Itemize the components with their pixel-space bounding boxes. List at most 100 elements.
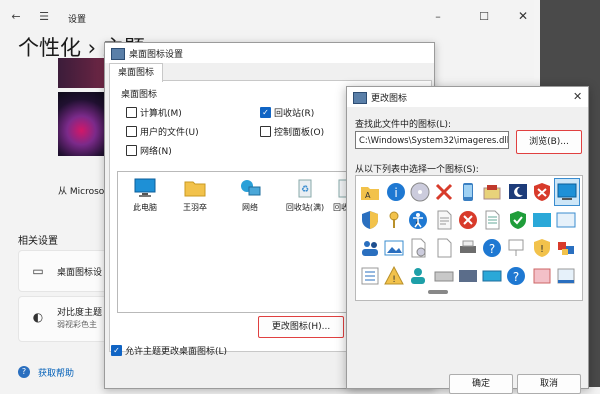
dialog-title: 桌面图标设置 bbox=[129, 50, 184, 60]
picture-icon[interactable] bbox=[384, 238, 404, 258]
svg-text:!: ! bbox=[540, 244, 544, 255]
minimize-icon[interactable]: – bbox=[428, 0, 448, 34]
selected-icon-cell[interactable] bbox=[554, 178, 580, 206]
cancel-button[interactable]: 取消 bbox=[517, 374, 581, 394]
checkbox-user-files-label: 用户的文件(U) bbox=[140, 128, 199, 138]
hamburger-menu-icon[interactable]: ☰ bbox=[36, 0, 52, 34]
svg-text:!: ! bbox=[392, 275, 396, 285]
list-view-icon[interactable] bbox=[360, 266, 380, 286]
info-icon[interactable]: i bbox=[386, 182, 406, 202]
drive-icon[interactable] bbox=[434, 266, 454, 286]
shield-uac-icon[interactable] bbox=[360, 210, 380, 230]
printer-icon[interactable] bbox=[458, 238, 478, 258]
monitor-icon bbox=[134, 178, 156, 198]
shield-check-icon[interactable] bbox=[508, 210, 528, 230]
tab-desktop-icons[interactable]: 桌面图标 bbox=[109, 63, 163, 82]
help-icon: ? bbox=[18, 366, 30, 378]
browse-button[interactable]: 浏览(B)... bbox=[516, 130, 582, 154]
list-item-user-folder[interactable]: 王羽卒 bbox=[168, 178, 222, 213]
shield-warning-icon[interactable]: ! bbox=[532, 238, 552, 258]
checkbox-network[interactable] bbox=[126, 145, 137, 156]
settings-titlebar: ← ☰ 设置 – ☐ bbox=[0, 0, 534, 34]
list-item-label: 网络 bbox=[242, 203, 258, 212]
get-help-link[interactable]: 获取帮助 bbox=[38, 366, 74, 379]
settings-window-title: 设置 bbox=[68, 15, 87, 25]
users-icon[interactable] bbox=[360, 238, 380, 258]
find-icons-label: 查找此文件中的图标(L): bbox=[355, 120, 452, 130]
dialog-caption: 更改图标 ✕ bbox=[347, 87, 588, 107]
checkbox-control-panel-label: 控制面板(O) bbox=[274, 128, 325, 138]
contrast-themes-subtext: 弱视彩色主 bbox=[57, 320, 97, 329]
font-folder-icon[interactable]: A bbox=[360, 182, 380, 202]
list-item-recycle-bin-full[interactable]: ♻ 回收站(满) bbox=[278, 178, 332, 213]
settings-close-icon[interactable]: ✕ bbox=[512, 4, 534, 28]
folder-icon bbox=[184, 178, 206, 198]
text-document-icon[interactable] bbox=[482, 210, 502, 230]
checkbox-allow-themes[interactable]: ✓ bbox=[111, 345, 122, 356]
apps-icon[interactable] bbox=[556, 238, 576, 258]
accessibility-icon[interactable] bbox=[408, 210, 428, 230]
sleep-moon-icon[interactable] bbox=[508, 182, 528, 202]
maximize-icon[interactable]: ☐ bbox=[474, 0, 494, 34]
presentation-icon[interactable] bbox=[506, 238, 526, 258]
change-icon-dialog: 更改图标 ✕ 查找此文件中的图标(L): C:\Windows\System32… bbox=[346, 86, 589, 394]
media-icon[interactable] bbox=[532, 266, 552, 286]
phone-icon[interactable] bbox=[458, 182, 478, 202]
svg-text:i: i bbox=[394, 186, 397, 200]
dialog-app-icon bbox=[111, 48, 125, 60]
network-icon bbox=[239, 178, 261, 198]
icon-file-path-input[interactable]: C:\Windows\System32\imageres.dll bbox=[355, 131, 509, 149]
key-icon[interactable] bbox=[384, 210, 404, 230]
theme-wallpaper-preview[interactable] bbox=[58, 92, 110, 156]
dialog-title: 更改图标 bbox=[371, 94, 408, 104]
taskbar-icon[interactable] bbox=[556, 266, 576, 286]
tools-icon[interactable] bbox=[482, 182, 502, 202]
desktop-monitor-icon bbox=[557, 183, 577, 200]
icon-selection-grid[interactable]: A i ? ! ! ? bbox=[355, 175, 583, 301]
desktop-icon-settings-label: 桌面图标设 bbox=[57, 268, 103, 278]
list-item-network[interactable]: 网络 bbox=[223, 178, 277, 213]
document-disc-icon[interactable] bbox=[408, 238, 428, 258]
user-icon[interactable] bbox=[408, 266, 428, 286]
monitor-icon: ▭ bbox=[32, 264, 44, 278]
horizontal-scrollbar[interactable] bbox=[428, 290, 448, 294]
checkbox-computer-label: 计算机(M) bbox=[140, 109, 182, 119]
related-settings-heading: 相关设置 bbox=[18, 236, 58, 247]
svg-text:A: A bbox=[365, 191, 371, 200]
list-item-this-pc[interactable]: 此电脑 bbox=[118, 178, 172, 213]
ok-button[interactable]: 确定 bbox=[449, 374, 513, 394]
svg-text:?: ? bbox=[489, 242, 495, 256]
window-grid-icon[interactable] bbox=[556, 210, 576, 230]
list-item-label: 回收站(满) bbox=[285, 203, 325, 212]
warning-triangle-icon[interactable]: ! bbox=[384, 266, 404, 286]
back-arrow-icon[interactable]: ← bbox=[8, 0, 24, 34]
contrast-icon: ◐ bbox=[32, 310, 44, 324]
svg-text:?: ? bbox=[513, 270, 519, 284]
checkbox-control-panel[interactable] bbox=[260, 126, 271, 137]
dialog-caption: 桌面图标设置 bbox=[105, 43, 434, 63]
checkbox-computer[interactable] bbox=[126, 107, 137, 118]
blank-document-icon[interactable] bbox=[434, 238, 454, 258]
change-icon-button[interactable]: 更改图标(H)... bbox=[258, 316, 344, 338]
svg-text:♻: ♻ bbox=[301, 185, 309, 195]
desktop-icon-list[interactable]: 此电脑 王羽卒 网络 ♻ 回收站(满) 回收站 bbox=[117, 171, 357, 313]
error-x-icon[interactable] bbox=[434, 182, 454, 202]
hard-disk-icon[interactable] bbox=[458, 266, 478, 286]
window-teal-icon[interactable] bbox=[532, 210, 552, 230]
contrast-themes-label: 对比度主题 bbox=[57, 308, 103, 318]
help-circle-icon[interactable]: ? bbox=[506, 266, 526, 286]
help-circle-icon[interactable]: ? bbox=[482, 238, 502, 258]
recycle-bin-full-icon: ♻ bbox=[294, 178, 316, 198]
checkbox-recycle-bin[interactable]: ✓ bbox=[260, 107, 271, 118]
desktop-icons-group-label: 桌面图标 bbox=[121, 90, 158, 100]
list-item-label: 此电脑 bbox=[133, 203, 157, 212]
document-icon[interactable] bbox=[434, 210, 454, 230]
disc-icon[interactable] bbox=[410, 182, 430, 202]
error-circle-icon[interactable] bbox=[458, 210, 478, 230]
removable-drive-icon[interactable] bbox=[482, 266, 502, 286]
from-microsoft-store-text[interactable]: 从 Microso bbox=[58, 184, 104, 197]
shield-error-icon[interactable] bbox=[532, 182, 552, 202]
checkbox-user-files[interactable] bbox=[126, 126, 137, 137]
list-item-label: 王羽卒 bbox=[183, 203, 207, 212]
close-icon[interactable]: ✕ bbox=[573, 90, 582, 103]
